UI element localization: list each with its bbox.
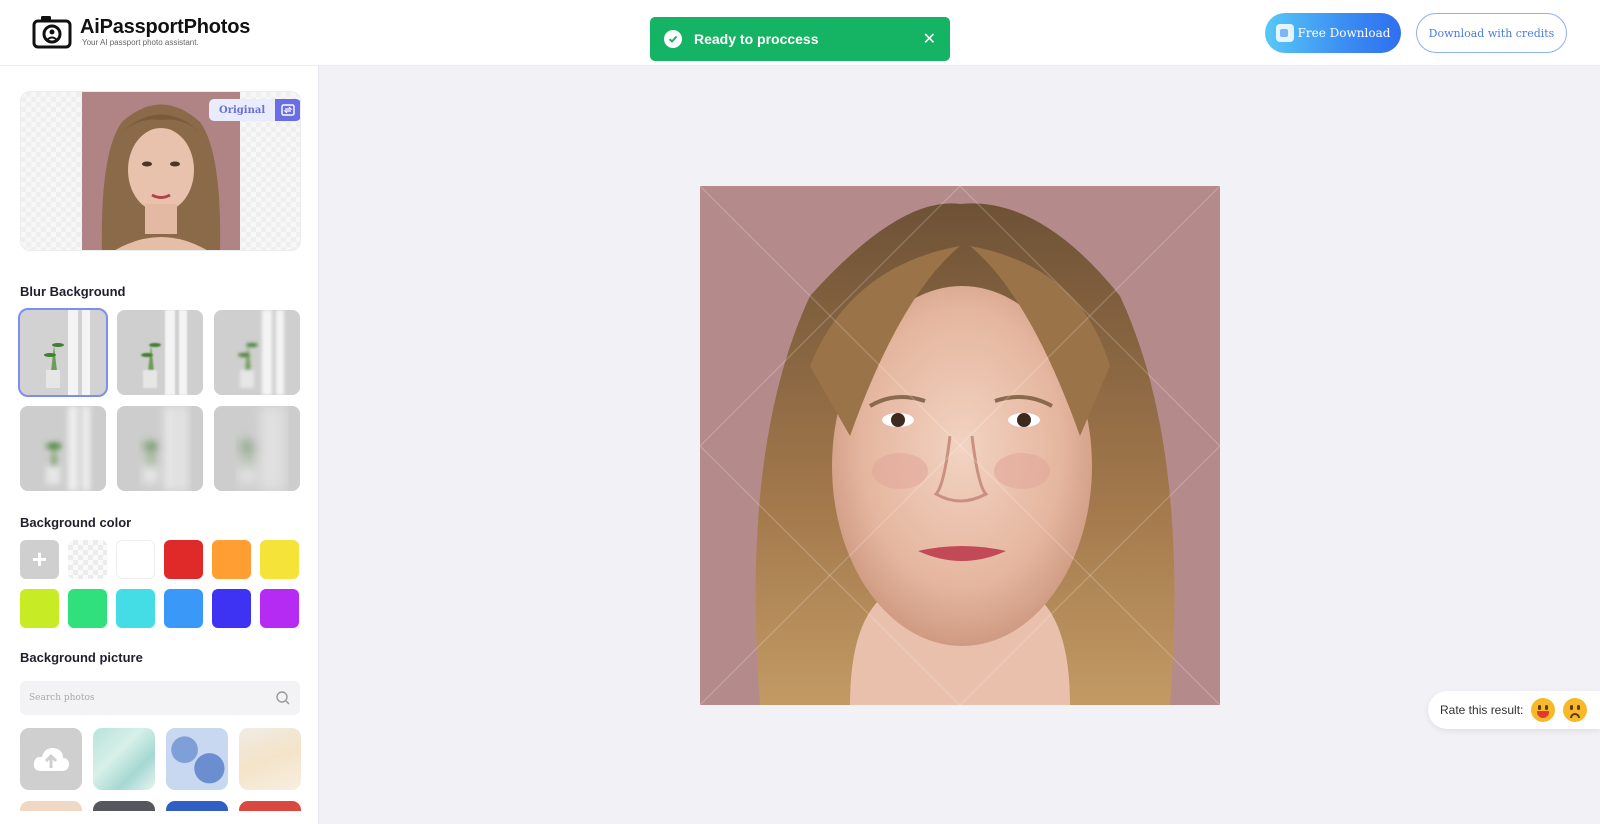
background-picture-title: Background picture [20,650,143,665]
check-icon [664,30,682,48]
blur-options-grid [18,308,300,491]
photo-search-box [20,681,300,715]
color-swatch-cyan[interactable] [116,589,155,628]
color-swatch-purple[interactable] [260,589,299,628]
sad-emoji-icon[interactable] [1563,698,1588,722]
color-swatch-red[interactable] [164,540,203,579]
background-color-grid: + [20,540,299,628]
color-swatch-white[interactable] [116,540,155,579]
status-toast: Ready to proccess ✕ [650,17,950,61]
blur-option-6[interactable] [214,406,300,491]
background-picture-1[interactable] [93,728,155,790]
blur-option-3[interactable] [214,310,300,395]
background-picture-2[interactable] [166,728,228,790]
background-color-title: Background color [20,515,132,530]
blur-background-title: Blur Background [20,284,126,299]
blur-option-4[interactable] [20,406,106,491]
rate-result-widget: Rate this result: [1428,691,1600,729]
original-label: Original [209,99,276,121]
original-toggle[interactable]: Original [209,99,300,121]
background-picture-5[interactable] [20,801,82,811]
cloud-upload-icon [33,748,69,771]
upload-picture-button[interactable] [20,728,82,790]
blur-option-2[interactable] [117,310,203,395]
background-picture-3[interactable] [239,728,301,790]
download-with-credits-button[interactable]: Download with credits [1416,13,1567,53]
original-preview-card: Original [20,91,301,251]
toast-message: Ready to proccess [694,31,819,47]
color-swatch-blue[interactable] [164,589,203,628]
background-picture-6[interactable] [93,801,155,811]
color-swatch-indigo[interactable] [212,589,251,628]
download-credits-label: Download with credits [1428,26,1555,40]
color-swatch-transparent[interactable] [68,540,107,579]
blur-option-5[interactable] [117,406,203,491]
edit-sidebar: Original Blur Background Background colo… [0,66,319,824]
swap-icon[interactable] [275,99,300,121]
blur-option-1[interactable] [18,308,108,397]
background-picture-grid [20,728,301,790]
background-picture-row-2 [20,801,301,811]
brand-subtitle: Your AI passport photo assistant. [82,38,199,47]
color-swatch-orange[interactable] [212,540,251,579]
search-input[interactable] [29,693,275,703]
happy-emoji-icon[interactable] [1531,698,1556,722]
add-color-button[interactable]: + [20,540,59,579]
rate-label: Rate this result: [1440,703,1524,717]
brand-title: AiPassportPhotos [80,16,251,38]
color-swatch-green[interactable] [68,589,107,628]
color-swatch-lime[interactable] [20,589,59,628]
free-download-button[interactable]: Free Download [1265,13,1401,53]
camera-logo-icon [32,16,72,49]
color-swatch-yellow[interactable] [260,540,299,579]
ai-badge-icon [1275,24,1294,42]
search-icon[interactable] [275,690,291,706]
close-icon[interactable]: ✕ [923,29,936,49]
result-photo-preview [700,186,1220,705]
brand-logo[interactable]: AiPassportPhotos Your AI passport photo … [32,14,250,50]
background-picture-8[interactable] [239,801,301,811]
background-picture-7[interactable] [166,801,228,811]
app-header: AiPassportPhotos Your AI passport photo … [0,0,1600,66]
free-download-label: Free Download [1297,26,1391,40]
